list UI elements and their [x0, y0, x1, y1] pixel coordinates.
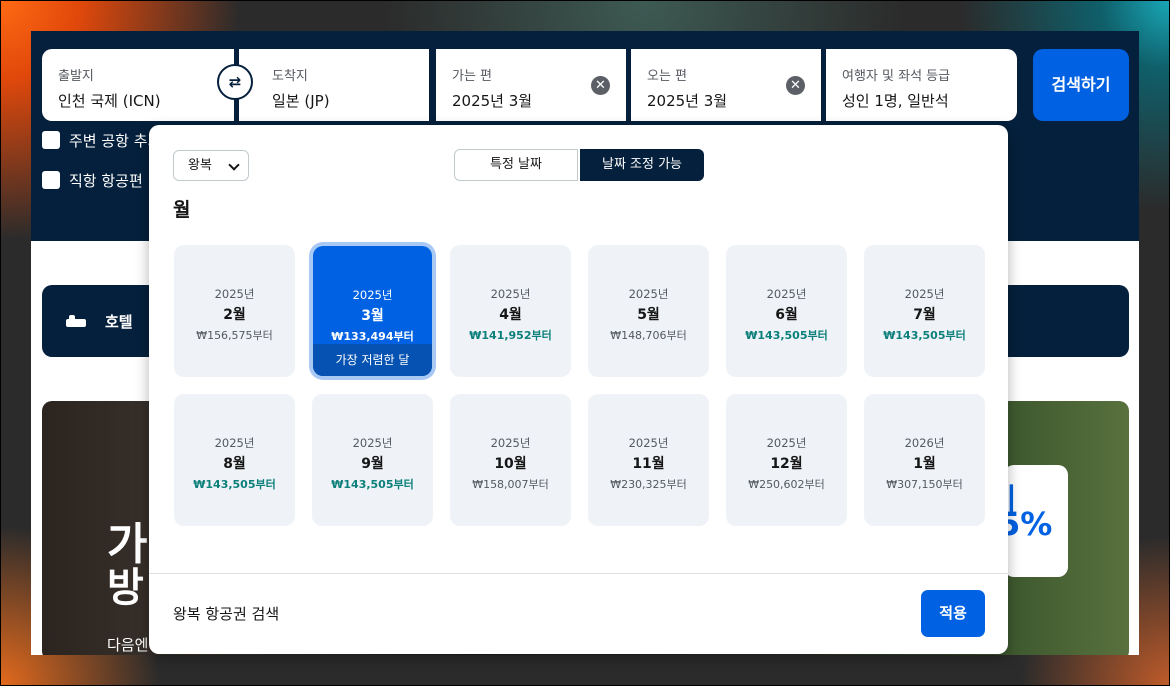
origin-label: 출발지: [58, 69, 94, 84]
month-card-price: ₩250,602부터: [748, 478, 825, 491]
month-card-month: 5월: [637, 307, 660, 323]
month-card-price: ₩143,505부터: [745, 329, 828, 342]
trip-type-select[interactable]: 왕복: [173, 150, 249, 181]
cheapest-month-badge: 가장 저렴한 달: [313, 344, 432, 376]
month-card[interactable]: 2025년 8월 ₩143,505부터: [174, 394, 295, 526]
depart-label: 가는 편: [452, 69, 493, 84]
month-heading: 월: [173, 199, 191, 221]
month-card-month: 11월: [632, 456, 665, 472]
month-card[interactable]: 2025년 11월 ₩230,325부터: [588, 394, 709, 526]
month-card-price: ₩307,150부터: [886, 478, 963, 491]
month-card[interactable]: 2026년 1월 ₩307,150부터: [864, 394, 985, 526]
month-card-price: ₩156,575부터: [196, 329, 273, 342]
promo-card[interactable]: 세 5% !: [1004, 465, 1068, 577]
month-card[interactable]: 2025년 12월 ₩250,602부터: [726, 394, 847, 526]
tab-hotel-label: 호텔: [105, 313, 133, 331]
nearby-airports-label: 주변 공항 추가: [69, 131, 162, 150]
origin-field[interactable]: 출발지 인천 국제 (ICN): [42, 49, 234, 121]
travellers-label: 여행자 및 좌석 등급: [842, 69, 951, 84]
banner-subtitle: 다음엔: [107, 636, 149, 654]
month-card-year: 2025년: [352, 436, 393, 450]
banner-title: 가: [107, 519, 148, 570]
direct-flights-checkbox[interactable]: 직항 항공편: [42, 170, 143, 190]
destination-field[interactable]: 도착지 일본 (JP): [239, 49, 429, 121]
clear-depart-icon[interactable]: ✕: [591, 76, 610, 95]
month-card-year: 2025년: [352, 288, 393, 302]
apply-button[interactable]: 적용: [921, 590, 985, 637]
bed-icon: [66, 314, 86, 329]
divider: [149, 573, 1008, 574]
month-card-month: 1월: [913, 456, 936, 472]
banner-title-line2: 방: [107, 565, 144, 611]
month-card-price: ₩230,325부터: [610, 478, 687, 491]
month-card[interactable]: 2025년 4월 ₩141,952부터: [450, 245, 571, 377]
clear-return-icon[interactable]: ✕: [786, 76, 805, 95]
month-card-year: 2026년: [904, 436, 945, 450]
destination-value: 일본 (JP): [272, 92, 330, 110]
swap-icon[interactable]: ⇄: [217, 64, 253, 100]
month-card-month: 3월: [361, 308, 384, 324]
month-card-year: 2025년: [904, 287, 945, 301]
search-button[interactable]: 검색하기: [1033, 49, 1129, 121]
chevron-down-icon: [228, 159, 240, 171]
month-card[interactable]: 2025년 5월 ₩148,706부터: [588, 245, 709, 377]
month-card-year: 2025년: [490, 287, 531, 301]
tab-flexible-dates[interactable]: 날짜 조정 가능: [580, 149, 704, 181]
tab-specific-dates[interactable]: 특정 날짜: [454, 149, 578, 181]
return-value: 2025년 3월: [647, 92, 728, 110]
month-card-year: 2025년: [214, 436, 255, 450]
nearby-airports-checkbox[interactable]: 주변 공항 추가: [42, 130, 161, 150]
checkbox-box[interactable]: [42, 131, 60, 149]
trip-type-value: 왕복: [188, 158, 212, 173]
month-card-month: 12월: [770, 456, 803, 472]
month-card[interactable]: 2025년 7월 ₩143,505부터: [864, 245, 985, 377]
month-card-year: 2025년: [214, 287, 255, 301]
depart-field[interactable]: 가는 편 2025년 3월 ✕: [436, 49, 626, 121]
month-card-month: 4월: [499, 307, 522, 323]
checkbox-box[interactable]: [42, 171, 60, 189]
travellers-value: 성인 1명, 일반석: [842, 92, 949, 110]
travellers-field[interactable]: 여행자 및 좌석 등급 성인 1명, 일반석: [826, 49, 1017, 121]
tab-hotel[interactable]: 호텔: [66, 311, 133, 332]
month-card[interactable]: 2025년 10월 ₩158,007부터: [450, 394, 571, 526]
month-card-year: 2025년: [628, 436, 669, 450]
month-card-month: 2월: [223, 307, 246, 323]
month-card[interactable]: 2025년 9월 ₩143,505부터: [312, 394, 433, 526]
month-card-month: 8월: [223, 456, 246, 472]
month-card-price: ₩143,505부터: [331, 478, 414, 491]
month-card-price: ₩143,505부터: [883, 329, 966, 342]
month-card[interactable]: 2025년 2월 ₩156,575부터: [174, 245, 295, 377]
origin-value: 인천 국제 (ICN): [58, 92, 161, 110]
month-card-year: 2025년: [490, 436, 531, 450]
footer-text: 왕복 항공권 검색: [173, 605, 280, 623]
destination-label: 도착지: [272, 69, 308, 84]
date-picker-popup: 왕복 특정 날짜 날짜 조정 가능 월 2025년 2월 ₩156,575부터 202…: [149, 125, 1008, 654]
month-card[interactable]: 2025년 3월 ₩133,494부터 가장 저렴한 달: [313, 246, 432, 376]
month-card-month: 7월: [913, 307, 936, 323]
direct-flights-label: 직항 항공편: [69, 171, 143, 190]
month-card-year: 2025년: [766, 436, 807, 450]
month-card-year: 2025년: [766, 287, 807, 301]
month-card-price: ₩158,007부터: [472, 478, 549, 491]
month-card-month: 9월: [361, 456, 384, 472]
depart-value: 2025년 3월: [452, 92, 533, 110]
month-card-price: ₩148,706부터: [610, 329, 687, 342]
return-label: 오는 편: [647, 69, 688, 84]
return-field[interactable]: 오는 편 2025년 3월 ✕: [631, 49, 821, 121]
promo-text-2: 5%: [1004, 505, 1053, 543]
month-card-month: 10월: [494, 456, 527, 472]
month-card-price: ₩141,952부터: [469, 329, 552, 342]
month-card-month: 6월: [775, 307, 798, 323]
month-card[interactable]: 2025년 6월 ₩143,505부터: [726, 245, 847, 377]
month-card-price: ₩133,494부터: [331, 330, 414, 343]
month-card-price: ₩143,505부터: [193, 478, 276, 491]
month-card-year: 2025년: [628, 287, 669, 301]
